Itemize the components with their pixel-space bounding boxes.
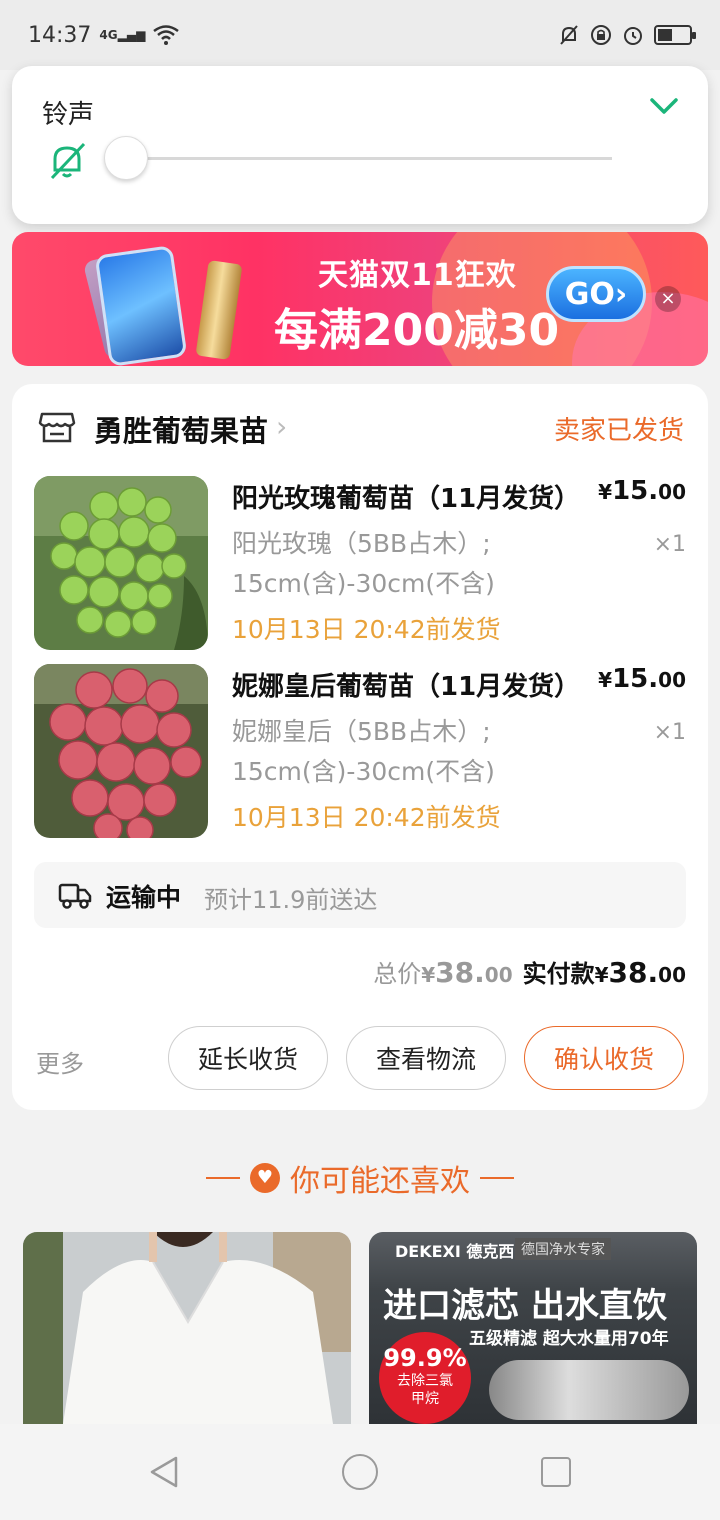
- wifi-icon: [153, 25, 180, 45]
- chevron-down-icon[interactable]: [646, 88, 682, 124]
- banner-title: 天猫双11狂欢: [318, 258, 517, 293]
- total-label: 总价: [373, 960, 422, 988]
- more-button[interactable]: 更多: [36, 1044, 84, 1079]
- volume-slider-knob[interactable]: [104, 136, 148, 180]
- phone-image: [94, 245, 188, 366]
- transport-label: 运输中: [106, 883, 182, 912]
- shop-icon: [38, 412, 76, 443]
- order-item[interactable]: 妮娜皇后葡萄苗（11月发货） ¥15.00 妮娜皇后（5BB占木）; 15cm(…: [34, 664, 686, 840]
- promo-badge: 99.9% 去除三氯 甲烷: [379, 1332, 471, 1424]
- item-quantity: ×1: [653, 720, 686, 745]
- brand-tag: 德国净水专家: [515, 1238, 611, 1260]
- home-icon[interactable]: [342, 1454, 378, 1490]
- item-ship-deadline: 10月13日 20:42前发货: [232, 803, 501, 832]
- product-image-grapes-red[interactable]: [34, 664, 208, 838]
- item-title[interactable]: 阳光玫瑰葡萄苗（11月发货）: [232, 478, 580, 515]
- item-title[interactable]: 妮娜皇后葡萄苗（11月发货）: [232, 666, 580, 703]
- bell-off-icon[interactable]: [46, 140, 88, 182]
- card-headline: 进口滤芯 出水直饮: [383, 1286, 667, 1326]
- item-ship-deadline: 10月13日 20:42前发货: [232, 615, 501, 644]
- divider: [480, 1177, 514, 1179]
- order-card: 勇胜葡萄果苗 › 卖家已发货 阳光玫瑰葡萄苗（11月发货） ¥15.00 阳光玫…: [12, 384, 708, 1110]
- item-spec: 阳光玫瑰（5BB占木）; 15cm(含)-30cm(不含): [232, 529, 495, 598]
- shop-name[interactable]: 勇胜葡萄果苗: [94, 408, 268, 450]
- item-price: ¥15.00: [598, 664, 686, 694]
- banner-close-button[interactable]: ×: [655, 286, 681, 312]
- transport-status[interactable]: 运输中 预计11.9前送达: [34, 862, 686, 928]
- product-image-grapes-green[interactable]: [34, 476, 208, 650]
- system-nav-bar: [0, 1424, 720, 1520]
- chevron-right-icon: ›: [614, 276, 628, 312]
- confirm-receipt-button[interactable]: 确认收货: [524, 1026, 684, 1090]
- serum-bottle-image: [195, 260, 243, 360]
- recommend-card[interactable]: DEKEXI 德克西 德国净水专家 进口滤芯 出水直饮 五级精滤 超大水量用70…: [369, 1232, 697, 1424]
- item-quantity: ×1: [653, 532, 686, 557]
- status-bar: 14:37 4G▂▄▆: [0, 0, 720, 70]
- item-spec: 妮娜皇后（5BB占木）; 15cm(含)-30cm(不含): [232, 717, 495, 786]
- heart-icon: ♥: [250, 1163, 280, 1193]
- item-price: ¥15.00: [598, 476, 686, 506]
- bell-off-status-icon: [560, 25, 578, 45]
- card-subline: 五级精滤 超大水量用70年: [469, 1329, 669, 1349]
- paid-label: 实付款: [522, 960, 595, 988]
- chevron-right-icon[interactable]: ›: [276, 410, 287, 443]
- alarm-icon: [624, 27, 642, 45]
- total-amount: ¥38.00: [421, 956, 513, 989]
- order-item[interactable]: 阳光玫瑰葡萄苗（11月发货） ¥15.00 阳光玫瑰（5BB占木）; 15cm(…: [34, 476, 686, 652]
- lock-rotation-icon: [591, 25, 611, 45]
- status-time: 14:37: [28, 22, 92, 48]
- recommend-card[interactable]: [23, 1232, 351, 1424]
- truck-icon: [58, 883, 92, 909]
- order-status: 卖家已发货: [553, 416, 684, 446]
- extend-receipt-button[interactable]: 延长收货: [168, 1026, 328, 1090]
- signal-icon: 4G▂▄▆: [99, 28, 146, 42]
- volume-slider-track[interactable]: [142, 157, 612, 160]
- banner-offer: 每满200减30: [274, 305, 560, 356]
- recommend-header: ♥ 你可能还喜欢: [0, 1156, 720, 1200]
- banner-go-button[interactable]: GO ›: [546, 266, 646, 322]
- recommend-title: 你可能还喜欢: [290, 1164, 470, 1199]
- volume-panel: 铃声: [12, 66, 708, 224]
- back-icon[interactable]: [146, 1454, 182, 1490]
- product-image-blouse: [23, 1232, 351, 1424]
- paid-amount: ¥38.00: [594, 956, 686, 989]
- promo-banner[interactable]: 天猫双11狂欢 每满200减30 GO › ×: [12, 232, 708, 366]
- divider: [206, 1177, 240, 1179]
- battery-icon: [654, 25, 696, 45]
- volume-title: 铃声: [42, 100, 95, 130]
- brand-logo-text: DEKEXI 德克西: [395, 1242, 515, 1261]
- transport-eta: 预计11.9前送达: [204, 886, 378, 914]
- recent-apps-icon[interactable]: [541, 1457, 571, 1487]
- view-logistics-button[interactable]: 查看物流: [346, 1026, 506, 1090]
- filter-product-image: [489, 1360, 689, 1420]
- order-totals: 总价 ¥38.00 实付款 ¥38.00: [373, 954, 686, 989]
